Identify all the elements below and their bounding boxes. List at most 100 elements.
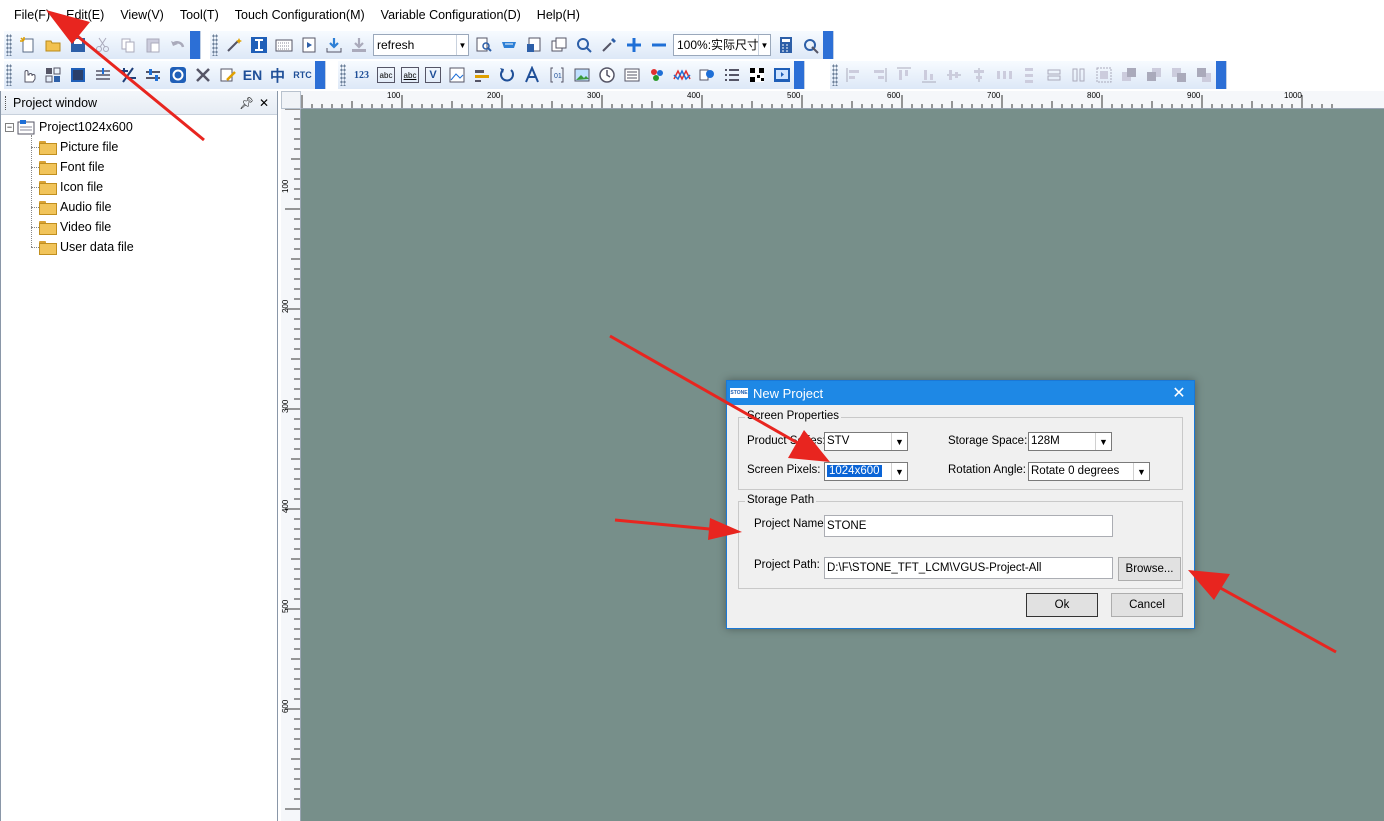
data-variable-button[interactable]: 01 [545,64,568,87]
text-variable-2-button[interactable]: abc [401,67,419,83]
tree-item-font-file[interactable]: Font file [39,157,104,177]
align-left-button[interactable] [842,64,865,87]
open-button[interactable] [41,34,64,57]
align-center-v-button[interactable] [942,64,965,87]
number-variable-button[interactable]: 123 [350,64,373,87]
picture-button[interactable] [570,64,593,87]
zoom-combo[interactable]: 100%:实际尺寸 ▼ [673,34,771,56]
align-bottom-button[interactable] [917,64,940,87]
settings-button[interactable] [799,34,822,57]
send-back-button[interactable] [1142,64,1165,87]
video-button[interactable] [770,64,793,87]
menu-list-button[interactable] [720,64,743,87]
new-project-button[interactable] [16,34,39,57]
chinese-button[interactable]: 中 [266,64,289,87]
chevron-down-icon[interactable]: ▼ [891,463,907,480]
import-button[interactable] [347,34,370,57]
browse-button[interactable]: Browse... [1118,557,1181,581]
slider-button[interactable] [141,64,164,87]
storage-space-select[interactable]: 128M ▼ [1028,432,1112,451]
tree-item-audio-file[interactable]: Audio file [39,197,111,217]
return-button[interactable] [166,64,189,87]
project-path-field[interactable]: D:\F\STONE_TFT_LCM\VGUS-Project-All [824,557,1113,579]
layout-button[interactable] [41,64,64,87]
menu-touch-configuration[interactable]: Touch Configuration(M) [227,0,373,30]
save-button[interactable] [66,34,89,57]
align-top-button[interactable] [892,64,915,87]
chevron-down-icon[interactable]: ▼ [891,433,907,450]
toolbar-grip[interactable] [832,64,838,86]
zoom-preview-button[interactable] [472,34,495,57]
qr-list-button[interactable] [620,64,643,87]
clock-button[interactable] [595,64,618,87]
product-series-select[interactable]: STV ▼ [824,432,908,451]
close-icon[interactable]: ✕ [1164,383,1194,403]
menu-tool[interactable]: Tool(T) [172,0,227,30]
undo-button[interactable] [166,34,189,57]
curve-button[interactable] [670,64,693,87]
increment-button[interactable] [91,64,114,87]
search-button[interactable] [572,34,595,57]
toolbar-grip[interactable] [6,34,12,56]
backward-button[interactable] [1192,64,1215,87]
keyboard-button[interactable] [272,34,295,57]
collapse-icon[interactable]: − [5,122,14,132]
dialog-title-bar[interactable]: STONE New Project ✕ [727,381,1194,405]
align-right-button[interactable] [867,64,890,87]
align-center-h-button[interactable] [967,64,990,87]
distribute-v-button[interactable] [1017,64,1040,87]
pointer-button[interactable] [16,64,39,87]
close-icon[interactable]: ✕ [257,96,271,110]
tree-item-video-file[interactable]: Video file [39,217,111,237]
project-name-field[interactable]: STONE [824,515,1113,537]
progress-bar-button[interactable] [470,64,493,87]
forward-button[interactable] [1167,64,1190,87]
rectangle-button[interactable] [66,64,89,87]
copy-button[interactable] [116,34,139,57]
same-height-button[interactable] [1067,64,1090,87]
tools-config-button[interactable] [191,64,214,87]
play-button[interactable] [297,34,320,57]
toolbar-grip[interactable] [212,34,218,56]
pages-button[interactable] [547,34,570,57]
tree-root-project[interactable]: − Project1024x600 [5,117,133,137]
menu-file[interactable]: File(F) [6,0,58,30]
same-size-button[interactable] [1092,64,1115,87]
image-variable-button[interactable] [445,64,468,87]
text-button[interactable] [247,34,270,57]
ok-button[interactable]: Ok [1026,593,1098,617]
rtc-button[interactable]: RTC [291,64,314,87]
chevron-down-icon[interactable]: ▼ [456,35,468,55]
toolbar-grip[interactable] [6,64,12,86]
tree-item-user-data-file[interactable]: User data file [39,237,134,257]
font-variable-button[interactable] [520,64,543,87]
paste-button[interactable] [141,34,164,57]
toolbar-grip[interactable] [340,64,346,86]
menu-edit[interactable]: Edit(E) [58,0,112,30]
zoom-in-button[interactable] [622,34,645,57]
chevron-down-icon[interactable]: ▼ [1133,463,1149,480]
color-button[interactable] [645,64,668,87]
chevron-down-icon[interactable]: ▼ [758,35,770,55]
distribute-h-button[interactable] [992,64,1015,87]
variable-v-button[interactable]: V [425,67,441,83]
panel-grip[interactable] [5,95,7,110]
download-button[interactable] [322,34,345,57]
tree-item-icon-file[interactable]: Icon file [39,177,103,197]
refresh-combo[interactable]: refresh ▼ [373,34,469,56]
edit-text-button[interactable] [216,64,239,87]
device-button[interactable] [497,34,520,57]
export-button[interactable] [522,34,545,57]
rotation-angle-select[interactable]: Rotate 0 degrees ▼ [1028,462,1150,481]
bring-front-button[interactable] [1117,64,1140,87]
eyedropper-button[interactable] [597,34,620,57]
tools-button[interactable] [222,34,245,57]
zoom-out-button[interactable] [647,34,670,57]
menu-view[interactable]: View(V) [112,0,172,30]
cancel-button[interactable]: Cancel [1111,593,1183,617]
rotation-button[interactable] [495,64,518,87]
same-width-button[interactable] [1042,64,1065,87]
screen-pixels-select[interactable]: 1024x600 ▼ [824,462,908,481]
pin-icon[interactable]: 📌︎ [239,96,254,110]
adjust-button[interactable] [116,64,139,87]
